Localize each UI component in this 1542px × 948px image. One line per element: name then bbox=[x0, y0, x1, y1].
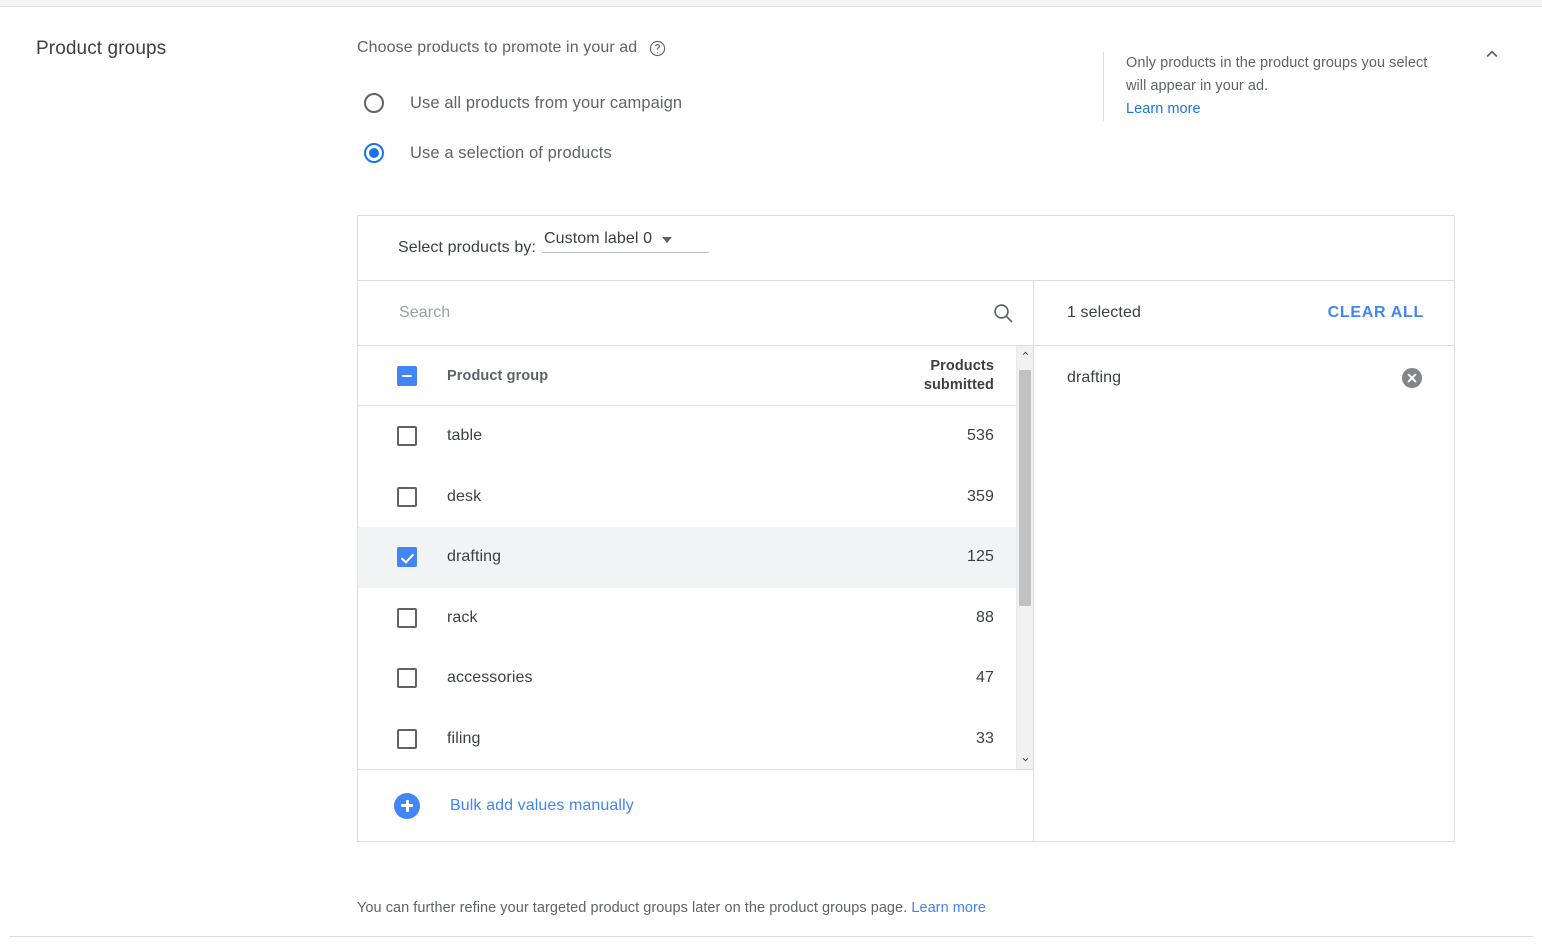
row-product-group-name: table bbox=[447, 427, 967, 445]
select-all-checkbox[interactable] bbox=[397, 366, 417, 386]
row-products-submitted-count: 33 bbox=[976, 730, 994, 748]
table-row[interactable]: rack88 bbox=[358, 588, 1016, 649]
search-row bbox=[358, 281, 1033, 346]
row-checkbox[interactable] bbox=[397, 487, 417, 507]
selected-item-name: drafting bbox=[1067, 369, 1121, 387]
bulk-add-values-button[interactable]: Bulk add values manually bbox=[358, 769, 1033, 841]
row-product-group-name: drafting bbox=[447, 548, 967, 566]
selected-items-container: drafting bbox=[1034, 346, 1454, 410]
row-checkbox[interactable] bbox=[397, 668, 417, 688]
close-circle-icon[interactable] bbox=[1400, 366, 1424, 390]
bulk-add-values-label: Bulk add values manually bbox=[450, 797, 634, 815]
product-group-list-wrapper: Product group Products submitted table53… bbox=[358, 346, 1033, 769]
side-note-learn-more-link[interactable]: Learn more bbox=[1126, 101, 1201, 117]
list-rows-container: table536desk359drafting125rack88accessor… bbox=[358, 406, 1016, 769]
help-circle-icon[interactable] bbox=[649, 40, 666, 57]
selected-count-label: 1 selected bbox=[1067, 304, 1141, 322]
column-header-products-submitted: Products submitted bbox=[924, 357, 994, 395]
product-group-list: Product group Products submitted table53… bbox=[358, 346, 1016, 769]
row-products-submitted-count: 125 bbox=[967, 548, 994, 566]
radio-indicator-selected bbox=[364, 143, 384, 163]
scrollbar-up-button[interactable] bbox=[1017, 346, 1033, 363]
search-icon[interactable] bbox=[991, 301, 1015, 325]
radio-label: Use a selection of products bbox=[410, 144, 612, 163]
row-product-group-name: rack bbox=[447, 609, 976, 627]
picker-header: Select products by: Custom label 0 bbox=[358, 216, 1454, 281]
radio-use-selection[interactable]: Use a selection of products bbox=[357, 133, 1457, 173]
selection-header: 1 selected CLEAR ALL bbox=[1034, 281, 1454, 346]
product-groups-section: Product groups Choose products to promot… bbox=[0, 8, 1542, 936]
row-products-submitted-count: 47 bbox=[976, 669, 994, 687]
clear-all-button[interactable]: CLEAR ALL bbox=[1328, 304, 1424, 322]
footer-note: You can further refine your targeted pro… bbox=[357, 900, 986, 916]
side-note-text: Only products in the product groups you … bbox=[1126, 52, 1433, 98]
row-product-group-name: accessories bbox=[447, 669, 976, 687]
list-scrollbar[interactable] bbox=[1016, 346, 1033, 769]
radio-indicator bbox=[364, 93, 384, 113]
selected-item: drafting bbox=[1034, 346, 1454, 410]
radio-label: Use all products from your campaign bbox=[410, 94, 682, 113]
select-products-by-dropdown[interactable]: Custom label 0 bbox=[542, 230, 709, 253]
row-product-group-name: filing bbox=[447, 730, 976, 748]
row-product-group-name: desk bbox=[447, 488, 967, 506]
column-header-product-group: Product group bbox=[447, 368, 924, 384]
plus-circle-icon bbox=[394, 793, 420, 819]
search-input[interactable] bbox=[397, 303, 991, 323]
chevron-down-icon bbox=[1020, 752, 1031, 770]
list-header-row: Product group Products submitted bbox=[358, 346, 1016, 406]
chevron-down-icon bbox=[662, 237, 672, 243]
row-checkbox[interactable] bbox=[397, 547, 417, 567]
picker-body: Product group Products submitted table53… bbox=[358, 281, 1454, 841]
footer-note-text: You can further refine your targeted pro… bbox=[357, 900, 907, 916]
collapse-section-button[interactable] bbox=[1472, 34, 1512, 74]
scrollbar-down-button[interactable] bbox=[1017, 752, 1033, 769]
chevron-up-icon bbox=[1481, 43, 1503, 65]
table-row[interactable]: filing33 bbox=[358, 709, 1016, 770]
row-checkbox[interactable] bbox=[397, 729, 417, 749]
product-group-picker: Select products by: Custom label 0 bbox=[357, 215, 1455, 842]
table-row[interactable]: accessories47 bbox=[358, 648, 1016, 709]
select-products-by-value: Custom label 0 bbox=[544, 230, 652, 248]
table-row[interactable]: desk359 bbox=[358, 467, 1016, 528]
row-products-submitted-count: 359 bbox=[967, 488, 994, 506]
row-checkbox[interactable] bbox=[397, 426, 417, 446]
row-checkbox[interactable] bbox=[397, 608, 417, 628]
section-title: Product groups bbox=[36, 38, 166, 60]
scrollbar-thumb[interactable] bbox=[1019, 370, 1031, 606]
table-row[interactable]: table536 bbox=[358, 406, 1016, 467]
chevron-up-icon bbox=[1020, 346, 1031, 364]
top-divider-strip bbox=[0, 0, 1542, 7]
row-products-submitted-count: 536 bbox=[967, 427, 994, 445]
available-groups-pane: Product group Products submitted table53… bbox=[358, 281, 1034, 841]
select-products-by-label: Select products by: bbox=[398, 239, 536, 257]
prompt-text: Choose products to promote in your ad bbox=[357, 39, 637, 57]
side-help-note: Only products in the product groups you … bbox=[1103, 52, 1433, 121]
row-products-submitted-count: 88 bbox=[976, 609, 994, 627]
table-row[interactable]: drafting125 bbox=[358, 527, 1016, 588]
selected-groups-pane: 1 selected CLEAR ALL drafting bbox=[1034, 281, 1454, 841]
footer-learn-more-link[interactable]: Learn more bbox=[911, 900, 986, 916]
bottom-divider bbox=[9, 936, 1533, 937]
